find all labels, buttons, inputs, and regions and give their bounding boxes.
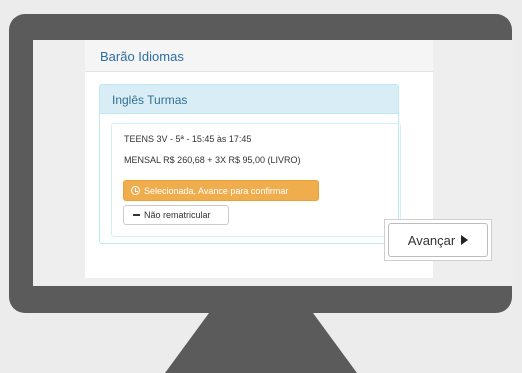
class-price: MENSAL R$ 260,68 + 3X R$ 95,00 (LIVRO)	[124, 155, 301, 165]
class-option-card: TEENS 3V - 5ª - 15:45 às 17:45 MENSAL R$…	[111, 123, 401, 237]
decline-button-label: Não rematricular	[144, 210, 211, 220]
caret-right-icon	[461, 235, 469, 245]
monitor-stand	[165, 313, 357, 373]
clock-icon	[131, 186, 140, 195]
minus-icon	[133, 214, 140, 216]
panel-title: Inglês Turmas	[100, 85, 398, 114]
selected-button-label: Selecionada, Avance para confirmar	[144, 185, 289, 196]
next-button[interactable]: Avançar	[384, 219, 492, 261]
next-button-label: Avançar	[407, 232, 456, 248]
next-button-inner: Avançar	[388, 223, 488, 257]
monitor-stand-shape	[165, 313, 357, 373]
site-title[interactable]: Barão Idiomas	[100, 49, 184, 64]
selected-button[interactable]: Selecionada, Avance para confirmar	[123, 180, 319, 201]
class-schedule: TEENS 3V - 5ª - 15:45 às 17:45	[124, 134, 252, 144]
decline-reenroll-button[interactable]: Não rematricular	[123, 205, 229, 225]
web-page: Barão Idiomas Inglês Turmas TEENS 3V - 5…	[85, 40, 433, 278]
monitor-frame: Barão Idiomas Inglês Turmas TEENS 3V - 5…	[9, 14, 513, 313]
page-header: Barão Idiomas	[85, 40, 433, 72]
